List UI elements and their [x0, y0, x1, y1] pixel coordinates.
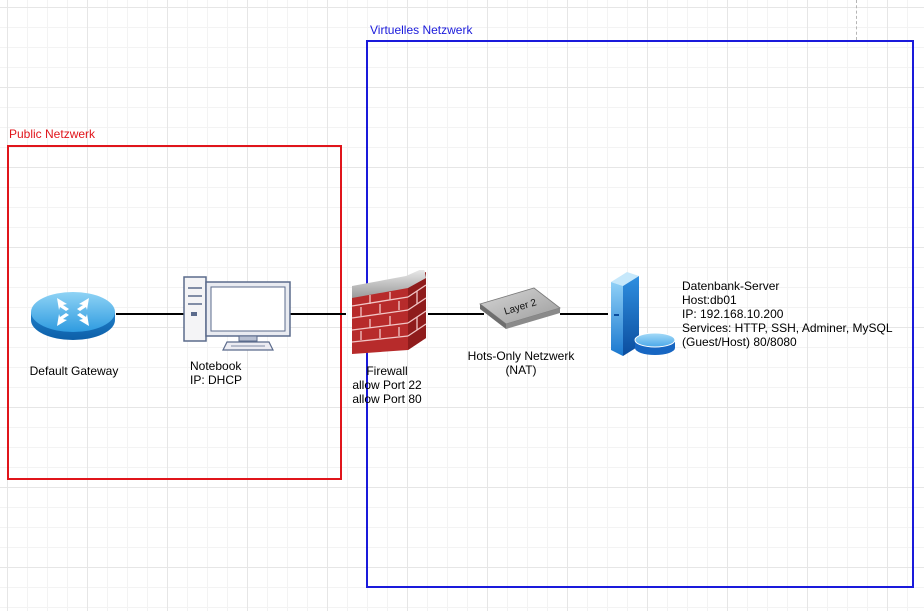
router-icon[interactable]: [29, 284, 117, 344]
database-server-icon[interactable]: [607, 270, 679, 358]
desktop-computer-icon[interactable]: [183, 276, 293, 354]
guide-line: [856, 0, 857, 40]
connector-gateway-notebook: [116, 313, 184, 315]
connector-firewall-switch: [428, 313, 484, 315]
switch-label: Hots-Only Netzwerk (NAT): [467, 349, 575, 377]
virtual-zone-label: Virtuelles Netzwerk: [370, 23, 473, 37]
public-zone-label: Public Netzwerk: [9, 127, 96, 141]
server-label: Datenbank-Server Host:db01 IP: 192.168.1…: [682, 279, 893, 349]
connector-switch-server: [560, 313, 608, 315]
connector-notebook-firewall: [290, 313, 346, 315]
notebook-label: Notebook IP: DHCP: [190, 359, 243, 387]
gateway-label: Default Gateway: [29, 364, 119, 378]
firewall-icon[interactable]: [350, 268, 430, 354]
firewall-label: Firewall allow Port 22 allow Port 80: [352, 364, 422, 406]
layer2-switch-icon[interactable]: Layer 2: [478, 286, 562, 330]
